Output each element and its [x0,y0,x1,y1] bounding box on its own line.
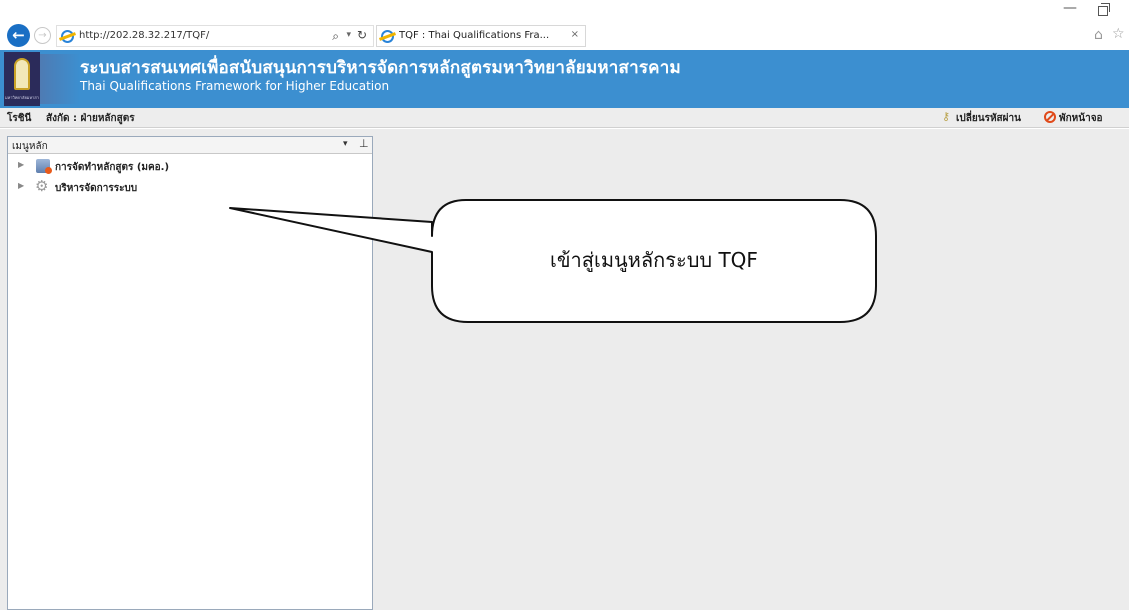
address-bar[interactable]: http://202.28.32.217/TQF/ ⌕ ▾ ↻ [56,25,374,47]
app-header: มหาวิทยาลัยมหาสารคาม ระบบสารสนเทศเพื่อสน… [0,50,1129,108]
browser-toolbar: ← → http://202.28.32.217/TQF/ ⌕ ▾ ↻ TQF … [0,0,1129,50]
university-logo: มหาวิทยาลัยมหาสารคาม [4,52,40,106]
menu-item-curriculum[interactable]: ▶ การจัดทำหลักสูตร (มคอ.) [8,157,372,175]
star-icon[interactable]: ☆ [1112,26,1125,42]
menu-item-system-admin[interactable]: ▶ ⚙ บริหารจัดการระบบ [8,178,372,196]
menu-panel-header: เมนูหลัก ▾ ⊥ [8,137,372,154]
user-name: โรชินี [7,113,32,124]
pin-icon[interactable]: ⊥ [359,137,369,150]
change-password-link[interactable]: เปลี่ยนรหัสผ่าน [956,111,1021,126]
status-bar: โรชินี สังกัด : ฝ่ายหลักสูตร ⚷ เปลี่ยนรห… [0,108,1129,128]
back-arrow-icon[interactable]: ← [7,24,30,47]
minimize-icon[interactable]: — [1063,0,1077,16]
logo-caption: มหาวิทยาลัยมหาสารคาม [5,95,39,100]
expand-arrow-icon[interactable]: ▶ [18,160,24,169]
database-icon [36,159,52,174]
app-title: ระบบสารสนเทศเพื่อสนับสนุนการบริหารจัดการ… [80,58,681,78]
logo-fade [40,54,80,104]
user-department: สังกัด : ฝ่ายหลักสูตร [46,113,135,124]
refresh-icon[interactable]: ↻ [357,28,367,42]
chevron-down-icon[interactable]: ▾ [346,30,351,40]
restore-icon[interactable] [1098,3,1110,16]
ie-logo-icon [61,30,74,43]
menu-item-label[interactable]: การจัดทำหลักสูตร (มคอ.) [55,160,169,175]
screen: ← → http://202.28.32.217/TQF/ ⌕ ▾ ↻ TQF … [0,0,1129,610]
forward-arrow-icon[interactable]: → [34,27,51,44]
home-icon[interactable]: ⌂ [1094,27,1103,43]
address-url[interactable]: http://202.28.32.217/TQF/ [79,30,209,41]
menu-item-label[interactable]: บริหารจัดการระบบ [55,181,137,196]
browser-tab[interactable]: TQF : Thai Qualifications Fra... × [376,25,586,47]
emblem-icon [14,58,30,90]
menu-title: เมนูหลัก [12,141,48,152]
callout-text: เข้าสู่เมนูหลักระบบ TQF [550,248,758,272]
main-menu-panel: เมนูหลัก ▾ ⊥ ▶ การจัดทำหลักสูตร (มคอ.) ▶… [7,136,373,610]
app-subtitle: Thai Qualifications Framework for Higher… [80,79,390,93]
ie-logo-icon [381,30,394,43]
key-icon[interactable]: ⚷ [942,111,954,123]
lock-screen-icon[interactable] [1044,111,1056,123]
gear-icon: ⚙ [35,177,49,195]
search-icon[interactable]: ⌕ [332,29,339,44]
tab-title[interactable]: TQF : Thai Qualifications Fra... [399,30,559,41]
lock-screen-link[interactable]: พักหน้าจอ [1059,111,1103,126]
close-icon[interactable]: × [571,29,579,40]
chevron-down-icon[interactable]: ▾ [343,139,348,149]
expand-arrow-icon[interactable]: ▶ [18,181,24,190]
